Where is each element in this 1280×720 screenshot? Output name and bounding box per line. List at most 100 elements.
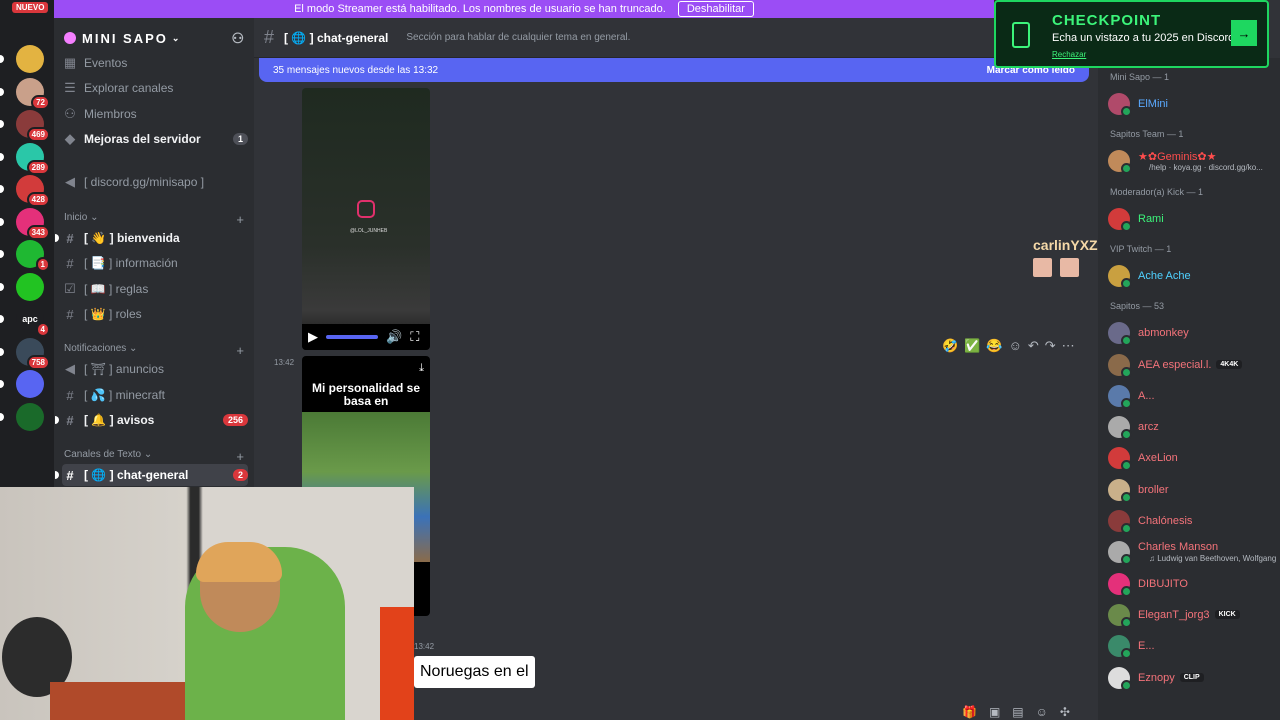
sidebar-item-events[interactable]: ▦ Eventos: [62, 52, 248, 74]
channel-emoji: 👑: [90, 307, 106, 321]
server-icon[interactable]: 469: [16, 110, 50, 142]
video-controls: ▶ 🔊 ⛶: [302, 324, 430, 350]
face-emote: [1060, 258, 1079, 277]
sticker-icon[interactable]: ▤: [1012, 705, 1023, 719]
server-icon[interactable]: [16, 272, 44, 301]
download-icon[interactable]: ⤓: [419, 362, 424, 375]
avatar: [1108, 207, 1132, 232]
sidebar-item-boosts[interactable]: ◆ Mejoras del servidor 1: [62, 128, 248, 150]
invite-icon[interactable]: ⚇: [231, 30, 244, 47]
forward-icon[interactable]: ↷: [1045, 338, 1056, 354]
channel-reglas[interactable]: ☑[ 📖 ] reglas: [62, 278, 248, 300]
sidebar-item-invite-link[interactable]: ◀ [ discord.gg/minisapo ]: [62, 171, 248, 193]
mention-badge: 72: [31, 94, 50, 110]
add-channel-icon[interactable]: +: [236, 449, 244, 464]
banner-text: El modo Streamer está habilitado. Los no…: [294, 3, 666, 15]
channel-chat-general[interactable]: #[ 🌐 ] chat-general 2: [55, 464, 248, 486]
video-attachment[interactable]: @LOL_JUNHEB ▶ 🔊 ⛶: [302, 88, 430, 350]
disable-streamer-button[interactable]: Deshabilitar: [677, 1, 754, 17]
member-item[interactable]: EleganT_jorg3 KICK: [1108, 603, 1278, 628]
category-canales-texto[interactable]: Canales de Texto ⌄ +: [64, 449, 244, 464]
channel-informacion[interactable]: #[ 📑 ] información: [62, 252, 248, 274]
avatar: [1108, 353, 1132, 378]
category-notificaciones[interactable]: Notificaciones ⌄ +: [64, 343, 244, 358]
subtitle-caption: Noruegas en el: [414, 656, 535, 688]
add-reaction-icon[interactable]: ☺: [1009, 338, 1022, 354]
channel-bienvenida[interactable]: #[ 👋 ] bienvenida: [55, 227, 248, 249]
gift-icon[interactable]: 🎁: [962, 705, 977, 719]
avatar: [1108, 264, 1132, 289]
avatar: [1108, 635, 1132, 660]
channel-label: roles: [115, 307, 142, 321]
channel-anuncios[interactable]: ◀[ ⛩ ] anuncios: [62, 358, 248, 380]
promo-dismiss-link[interactable]: Rechazar: [1052, 50, 1086, 59]
unread-indicator: [55, 416, 59, 424]
server-icon[interactable]: 428: [16, 175, 50, 207]
server-icon[interactable]: 1: [16, 240, 50, 272]
emoji-icon[interactable]: ☺: [1036, 705, 1048, 719]
member-item[interactable]: Chalónesis: [1108, 509, 1278, 534]
reaction-toolbar: 🤣 ✅ 😂 ☺ ↶ ↷ ⋯: [942, 338, 1075, 354]
member-item[interactable]: Charles Manson ♫ Ludwig van Beethoven, Wo…: [1108, 540, 1278, 566]
member-tag: KICK: [1214, 610, 1240, 620]
megaphone-icon: ◀: [65, 174, 75, 189]
add-channel-icon[interactable]: +: [236, 212, 244, 227]
count-badge: 256: [222, 414, 248, 426]
server-icon[interactable]: [16, 45, 44, 73]
channel-roles[interactable]: #[ 👑 ] roles: [62, 303, 248, 325]
apps-icon[interactable]: ✣: [1060, 705, 1070, 719]
member-item[interactable]: Ache Ache: [1108, 264, 1278, 289]
member-item[interactable]: AEA especial.l. 4K4K: [1108, 353, 1278, 378]
server-icon[interactable]: 758: [16, 337, 50, 370]
sidebar-item-browse[interactable]: ☰ Explorar canales: [62, 77, 248, 99]
reply-icon[interactable]: ↶: [1028, 338, 1039, 354]
reaction-emoji[interactable]: ✅: [964, 338, 980, 354]
unread-pip: [0, 250, 4, 258]
new-messages-bar[interactable]: 35 mensajes nuevos desde las 13:32 Marca…: [259, 58, 1089, 82]
reaction-emoji[interactable]: 🤣: [942, 338, 958, 354]
category-label: Canales de Texto: [64, 449, 142, 460]
mention-badge: 1: [35, 257, 50, 272]
gif-icon[interactable]: ▣: [989, 705, 1000, 719]
sidebar-item-members[interactable]: ⚇ Miembros: [62, 103, 248, 125]
server-icon[interactable]: 289: [16, 142, 50, 175]
server-icon[interactable]: 72: [16, 77, 50, 110]
member-item[interactable]: ★✿Geminis✿★/help · koya.gg · discord.gg/…: [1108, 149, 1278, 175]
server-icon[interactable]: 343: [16, 207, 50, 240]
member-group-header: Sapitos — 53: [1110, 301, 1165, 312]
member-item[interactable]: broller: [1108, 478, 1278, 503]
avatar: [1108, 93, 1132, 117]
member-item[interactable]: Eznopy CLIP: [1108, 666, 1278, 691]
volume-icon[interactable]: 🔊: [386, 329, 402, 345]
member-item[interactable]: ElMini: [1108, 92, 1278, 117]
member-item[interactable]: Rami: [1108, 207, 1278, 232]
server-icon[interactable]: apc 4: [16, 305, 50, 337]
server-icon[interactable]: [16, 402, 44, 431]
avatar: [1108, 150, 1132, 175]
member-name: EleganT_jorg3: [1138, 608, 1210, 621]
member-item[interactable]: A...: [1108, 384, 1278, 409]
volume-slider[interactable]: [326, 335, 378, 339]
member-item[interactable]: arcz: [1108, 415, 1278, 441]
checkpoint-promo[interactable]: CHECKPOINT Echa un vistazo a tu 2025 en …: [994, 0, 1269, 68]
member-item[interactable]: AxeLion: [1108, 446, 1278, 472]
channel-avisos[interactable]: #[ 🔔 ] avisos 256: [55, 409, 248, 431]
member-item[interactable]: abmonkey: [1108, 321, 1278, 347]
hash-icon: #: [66, 230, 74, 246]
play-icon[interactable]: ▶: [308, 329, 318, 345]
server-icon[interactable]: [16, 370, 44, 398]
promo-title: CHECKPOINT: [1052, 12, 1162, 29]
member-name: ★✿Geminis✿★: [1138, 150, 1217, 163]
member-item[interactable]: DIBUJITO: [1108, 572, 1278, 597]
more-icon[interactable]: ⋯: [1062, 338, 1075, 354]
category-inicio[interactable]: Inicio ⌄ +: [64, 212, 244, 227]
fullscreen-icon[interactable]: ⛶: [410, 329, 419, 345]
add-channel-icon[interactable]: +: [236, 343, 244, 358]
arrow-right-icon[interactable]: →: [1231, 20, 1257, 46]
unread-pip: [0, 185, 4, 193]
channel-minecraft[interactable]: #[ 💦 ] minecraft: [62, 384, 248, 406]
channel-topic[interactable]: Sección para hablar de cualquier tema en…: [406, 32, 630, 43]
reaction-emoji[interactable]: 😂: [986, 338, 1002, 354]
member-item[interactable]: E...: [1108, 634, 1278, 660]
member-name: Rami: [1138, 212, 1164, 225]
